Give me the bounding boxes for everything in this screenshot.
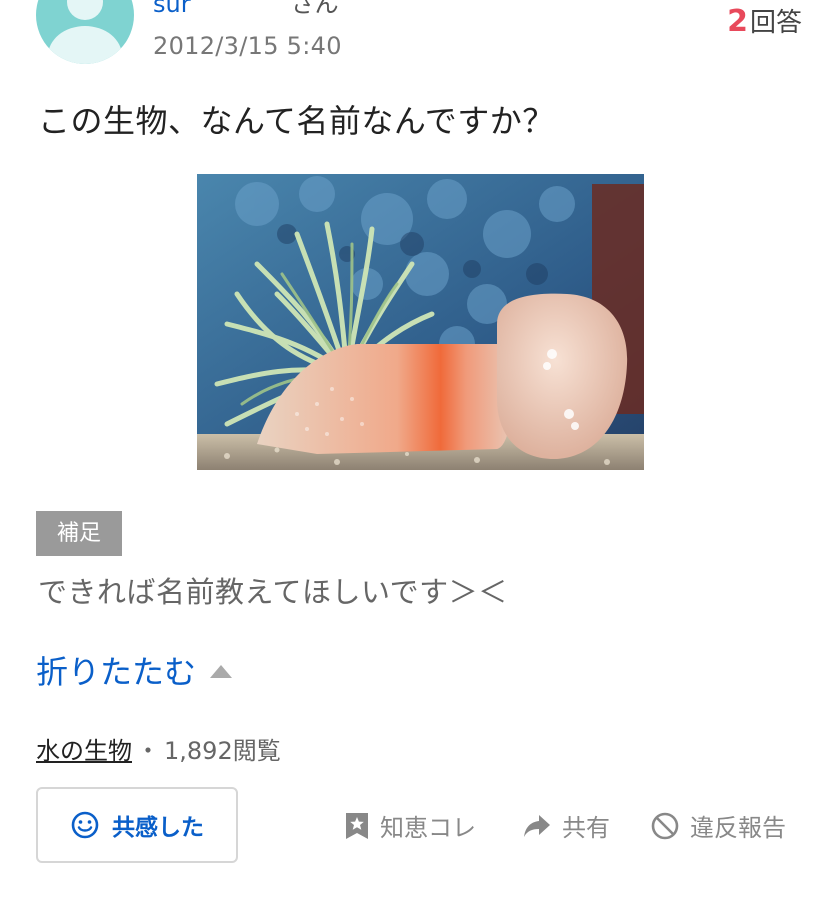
user-suffix: さん: [290, 0, 339, 18]
post-date: 2012/3/15 5:40: [153, 32, 342, 60]
empathy-label: 共感した: [112, 815, 204, 841]
question-text: この生物、なんて名前なんですか？: [38, 102, 555, 140]
share-label: 共有: [562, 814, 610, 842]
bookmark-star-icon: [346, 812, 368, 839]
avatar-head-shape: [67, 0, 103, 20]
answer-count: 2: [727, 4, 748, 39]
view-count: 1,892閲覧: [164, 737, 281, 765]
question-meta: 水の生物・ 1,892閲覧: [36, 731, 281, 766]
username[interactable]: sur さん: [153, 0, 339, 19]
user-avatar[interactable]: [36, 0, 134, 64]
triangle-up-icon: [210, 664, 233, 678]
avatar-body-shape: [48, 26, 122, 64]
supplement-tag: 補足: [36, 511, 122, 556]
prohibited-icon: [651, 812, 679, 839]
share-arrow-icon: [524, 814, 550, 837]
empathy-button[interactable]: 共感した: [36, 787, 238, 863]
smile-icon: [71, 811, 99, 839]
answer-count-badge[interactable]: 2回答: [727, 2, 802, 39]
category-link[interactable]: 水の生物: [36, 737, 132, 765]
fold-toggle[interactable]: 折りたたむ: [36, 647, 233, 693]
fold-label[interactable]: 折りたたむ: [36, 647, 196, 693]
report-label: 違反報告: [690, 814, 786, 842]
share-button[interactable]: 共有: [522, 808, 610, 843]
answer-label: 回答: [749, 8, 802, 38]
sea-creature-photo: [197, 174, 644, 470]
username-text[interactable]: sur: [153, 0, 191, 18]
question-image[interactable]: [197, 174, 644, 470]
chiebukuro-label: 知恵コレ: [380, 814, 476, 842]
supplement-text: できれば名前教えてほしいです＞＜: [38, 575, 508, 609]
report-violation-button[interactable]: 違反報告: [650, 808, 786, 843]
meta-separator: ・: [136, 737, 160, 765]
chiebukuro-collection-button[interactable]: 知恵コレ: [344, 808, 476, 843]
